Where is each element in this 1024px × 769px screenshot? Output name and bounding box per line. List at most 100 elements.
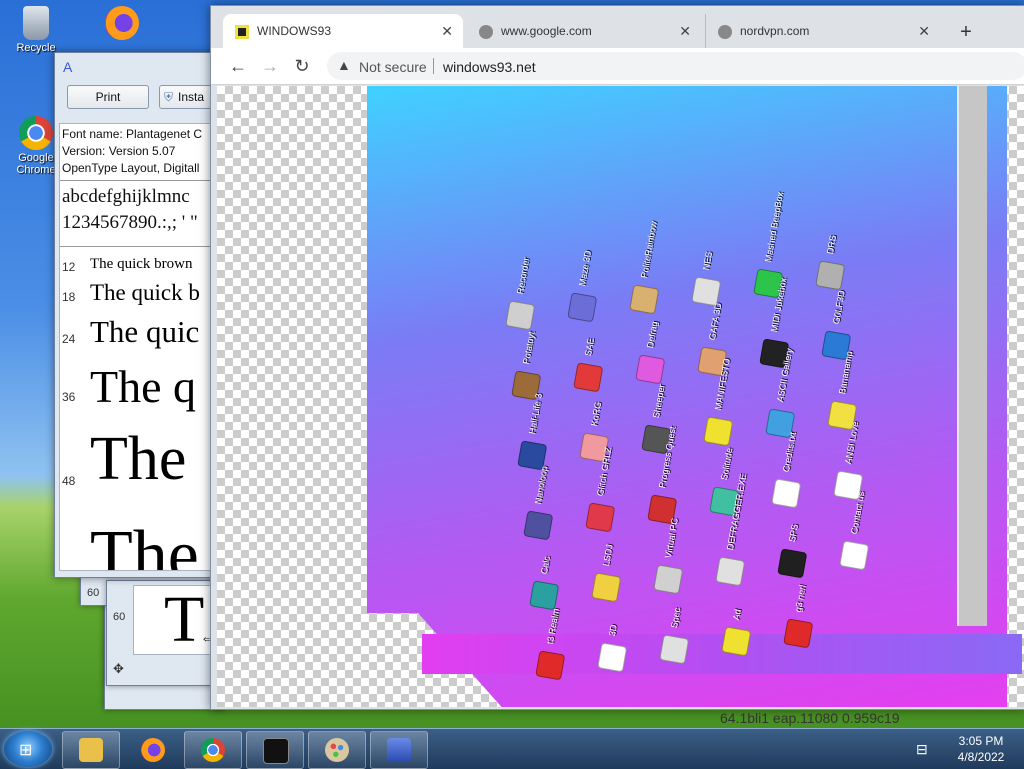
app-label: SAE [583, 337, 597, 357]
taskbar-explorer[interactable] [62, 731, 120, 769]
app-label: Defrag [645, 320, 660, 349]
app-icon [535, 650, 566, 681]
security-label[interactable]: Not secure [359, 59, 427, 75]
clock[interactable]: 3:05 PM 4/8/2022 [946, 733, 1016, 765]
app-label: Calc [539, 555, 553, 575]
page-viewport[interactable]: Recorder Maze 3D PoliteRainbow NES Mashed Be… [217, 86, 1024, 707]
font-info-line: Version: Version 5.07 [62, 144, 176, 158]
desktop-icon-label: Google Chrome [16, 152, 56, 176]
desktop-icon-firefox[interactable] [92, 6, 152, 42]
font-info-line: OpenType Layout, Digitall [62, 161, 200, 175]
font-viewer-icon [387, 738, 411, 762]
address-bar[interactable]: ▲ Not secure windows93.net [327, 52, 1024, 80]
desktop: Recycle Google Chrome 60 60 T ✥ A Print … [0, 0, 1024, 769]
globe-icon [718, 25, 732, 39]
tab-google[interactable]: www.google.com ✕ [467, 14, 701, 48]
forward-arrow-icon[interactable]: → [257, 54, 283, 78]
tab-nordvpn[interactable]: nordvpn.com ✕ [705, 14, 940, 48]
size-label: 48 [62, 474, 76, 488]
app-icon [839, 540, 870, 571]
tab-close-icon[interactable]: ✕ [918, 14, 930, 48]
install-button-label: Insta [178, 90, 205, 104]
tab-close-icon[interactable]: ✕ [679, 14, 691, 48]
taskbar-paint[interactable] [308, 731, 366, 769]
app-label: Maze 3D [577, 249, 594, 287]
app-label: NES [701, 250, 715, 271]
desktop-icon-label: Recycle [16, 42, 56, 54]
start-button[interactable]: ⊞ [4, 731, 52, 767]
size-label: 60 [87, 587, 100, 599]
size-label: 12 [62, 260, 76, 274]
app-icon [597, 642, 628, 673]
sample-glyph: T [164, 583, 205, 656]
browser-window: WINDOWS93 ✕ www.google.com ✕ nordvpn.com… [210, 5, 1024, 710]
url-text[interactable]: windows93.net [443, 59, 536, 75]
folder-icon [79, 738, 103, 762]
size-label: 36 [62, 390, 76, 404]
app-label: 3D [607, 623, 619, 637]
clock-date: 4/8/2022 [957, 750, 1005, 764]
system-tray: ⊟ 3:05 PM 4/8/2022 [912, 729, 1024, 769]
windows93-glitch-strip [422, 634, 1022, 674]
firefox-icon [141, 738, 165, 762]
command-prompt-icon [263, 738, 289, 764]
chrome-icon [201, 738, 225, 762]
app-label: t3 Realm [545, 607, 562, 645]
size-label: 60 [113, 611, 126, 623]
app-label: Contact us [849, 490, 867, 535]
taskbar-font-viewer[interactable] [370, 731, 428, 769]
move-icon[interactable]: ✥ [113, 661, 124, 677]
new-tab-button[interactable]: + [953, 20, 979, 46]
app-icon [783, 618, 814, 649]
desktop-icon-recycle-bin[interactable]: Recycle [6, 6, 66, 54]
size-sample-text: The quick b [90, 280, 200, 305]
taskbar: ⊞ ⊟ 3:05 PM 4/8/2022 [0, 728, 1024, 769]
alphabet-sample: abcdefghijklmnc [62, 186, 190, 207]
app-label: KoRG [589, 400, 604, 427]
navigation-bar: ← → ↻ ▲ Not secure windows93.net [211, 48, 1024, 85]
network-icon[interactable]: ⊟ [916, 741, 928, 758]
app-label: DRS [825, 234, 839, 255]
size-sample-text: The quick brown [90, 256, 193, 272]
app-label: Sheeper [651, 383, 667, 419]
reload-icon[interactable]: ↻ [289, 54, 315, 78]
numerals-sample: 1234567890.:,; ' " [62, 212, 198, 233]
taskbar-command-prompt[interactable] [246, 731, 304, 769]
size-sample-text: The [90, 517, 199, 571]
back-arrow-icon[interactable]: ← [225, 54, 251, 78]
size-sample-text: The q [90, 361, 197, 412]
tab-windows93[interactable]: WINDOWS93 ✕ [223, 14, 463, 48]
windows93-favicon-icon [235, 25, 249, 39]
font-viewer-toolbar: Print ⛨ Insta [55, 79, 225, 111]
shield-icon: ⛨ [164, 90, 174, 104]
print-button[interactable]: Print [67, 85, 149, 109]
app-label: Ad [731, 608, 743, 621]
tab-label: nordvpn.com [740, 24, 810, 38]
tab-label: www.google.com [501, 24, 592, 38]
font-viewer-icon: A [63, 59, 73, 75]
taskbar-chrome[interactable] [184, 731, 242, 769]
tab-label: WINDOWS93 [257, 24, 332, 38]
app-label: LSDJ [601, 543, 615, 567]
app-label: g3 nerl [793, 584, 808, 613]
size-label: 24 [62, 332, 76, 346]
app-icon [659, 634, 690, 665]
firefox-icon [105, 6, 139, 40]
clock-time: 3:05 PM [958, 734, 1004, 748]
chrome-icon [19, 116, 53, 150]
font-preview-pane: Font name: Plantagenet C Version: Versio… [59, 123, 225, 571]
size-sample-text: The [90, 425, 187, 493]
paint-palette-icon [325, 738, 349, 762]
app-icon [721, 626, 752, 657]
app-label: Solitude [719, 447, 735, 481]
taskbar-firefox[interactable] [124, 731, 182, 769]
background-text: 64.1bli1 eap.11080 0.959c19 [720, 710, 900, 726]
tab-close-icon[interactable]: ✕ [441, 14, 453, 48]
globe-icon [479, 25, 493, 39]
app-label: SPS [787, 523, 801, 543]
windows-logo-icon: ⊞ [19, 742, 33, 759]
font-viewer-titlebar[interactable]: A [55, 53, 225, 79]
size-label: 18 [62, 290, 76, 304]
app-label: G0LF3D [831, 289, 847, 325]
size-sample-text: The quic [90, 314, 200, 349]
